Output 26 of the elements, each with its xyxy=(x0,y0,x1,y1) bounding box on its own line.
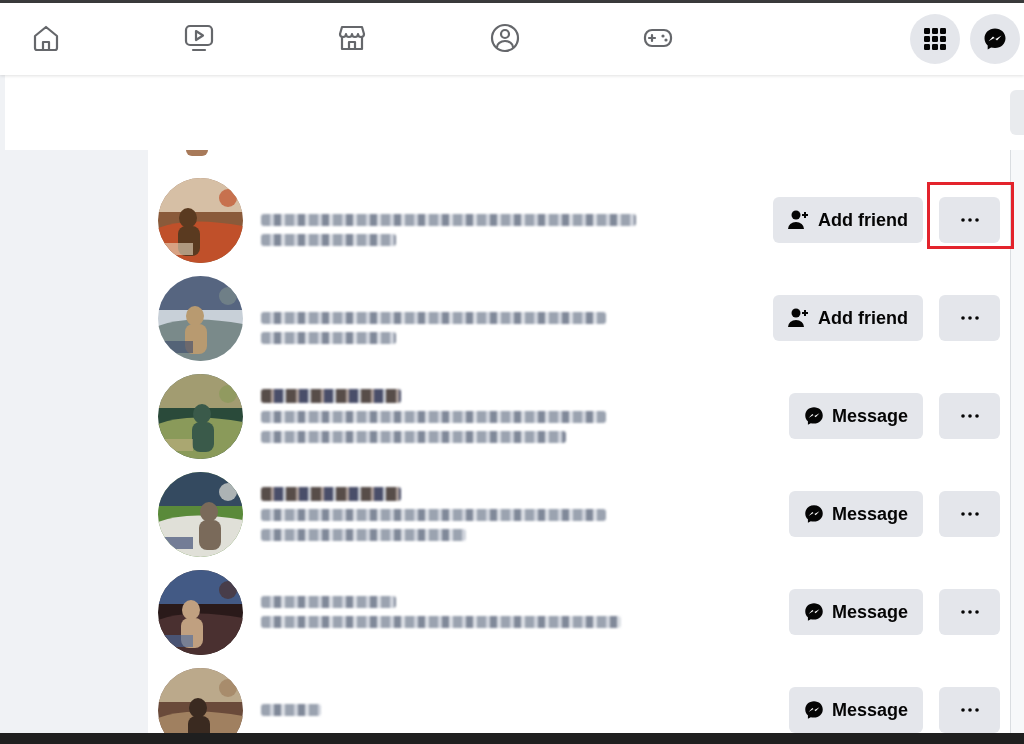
add-friend-button[interactable]: Add friend xyxy=(773,197,923,243)
more-icon xyxy=(960,316,979,320)
people-icon xyxy=(488,21,521,54)
messenger-icon xyxy=(803,406,824,426)
message-button[interactable]: Message xyxy=(788,589,923,635)
more-icon xyxy=(960,218,979,222)
message-button[interactable]: Message xyxy=(788,687,923,733)
more-icon xyxy=(960,708,979,712)
video-icon xyxy=(182,22,215,53)
messenger-icon xyxy=(803,700,824,720)
menu-button[interactable] xyxy=(910,14,960,64)
grid-icon xyxy=(924,28,946,50)
message-button[interactable]: Message xyxy=(788,491,923,537)
message-button[interactable]: Message xyxy=(788,393,923,439)
messenger-icon xyxy=(803,504,824,524)
avatar-fragment xyxy=(186,150,208,156)
messenger-button[interactable] xyxy=(970,14,1020,64)
blurred-text xyxy=(261,704,321,716)
add-person-icon xyxy=(788,210,810,230)
messenger-icon xyxy=(803,602,824,622)
more-icon xyxy=(960,512,979,516)
add-person-icon xyxy=(788,308,810,328)
more-icon xyxy=(960,414,979,418)
add-friend-button[interactable]: Add friend xyxy=(773,295,923,341)
messenger-icon xyxy=(983,27,1007,51)
more-icon xyxy=(960,610,979,614)
